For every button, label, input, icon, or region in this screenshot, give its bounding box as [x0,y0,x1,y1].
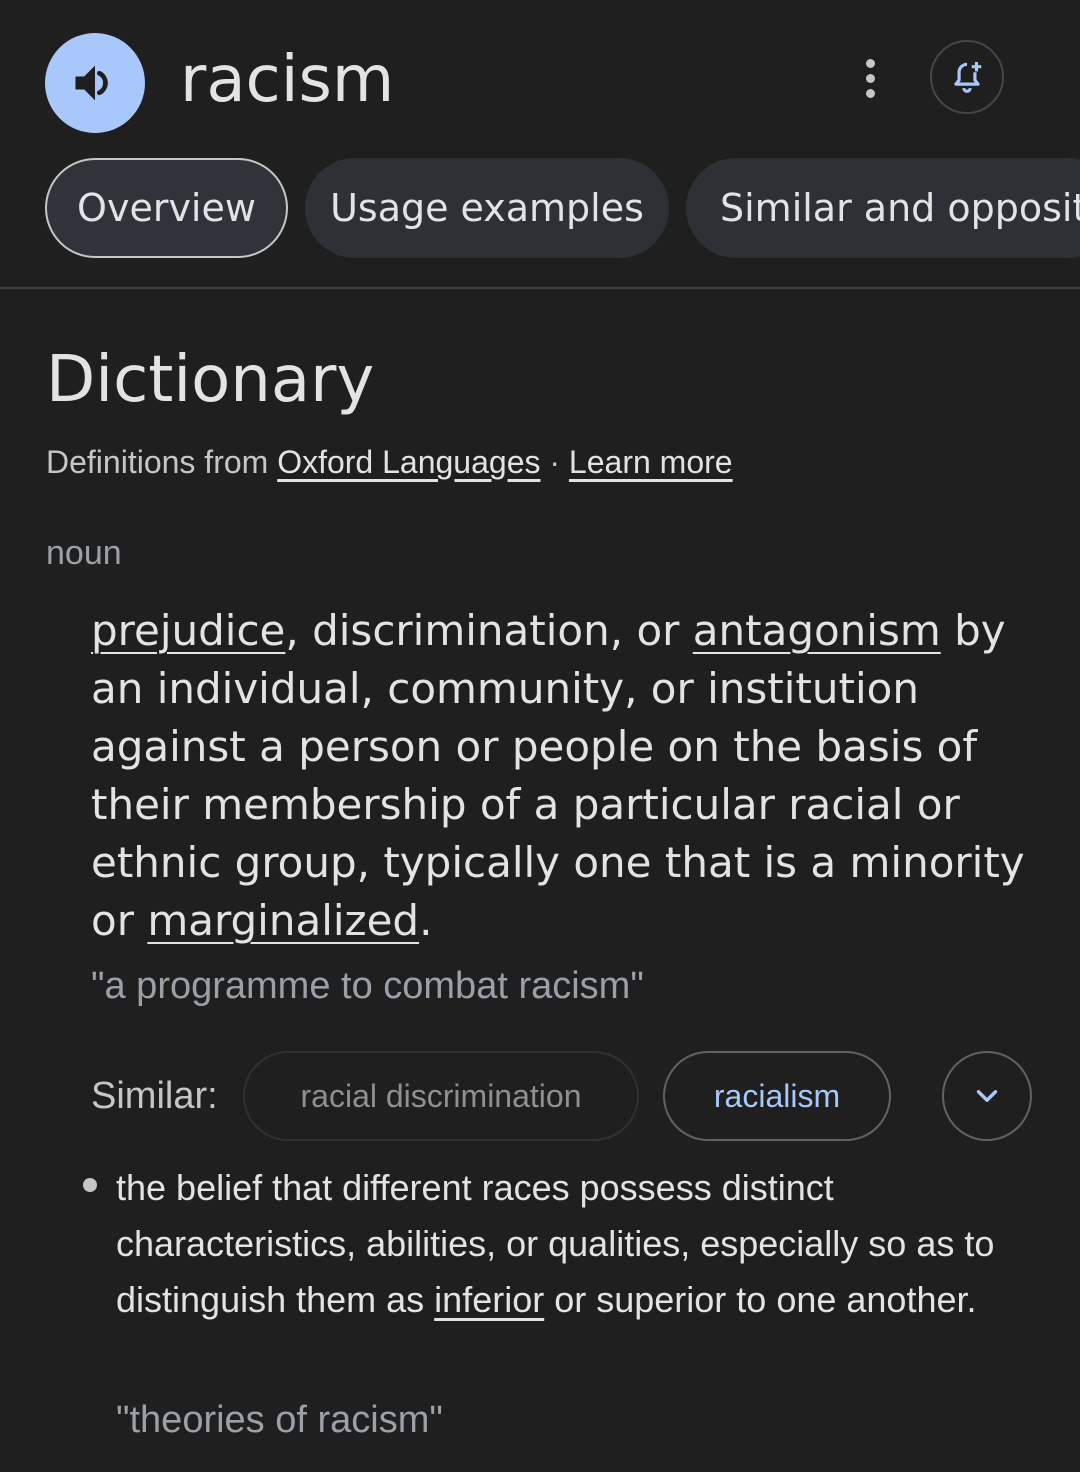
tab-similar-and-opposite[interactable]: Similar and opposite [686,158,1080,258]
section-title: Dictionary [46,343,375,417]
inferior-link[interactable]: inferior [434,1279,544,1320]
more-options-button[interactable] [850,52,890,104]
search-word: racism [180,43,395,117]
definition-text: or superior to one another. [544,1279,977,1320]
more-vert-icon [865,58,875,68]
divider [0,287,1080,289]
antagonism-link[interactable]: antagonism [693,606,941,655]
definition-2: the belief that different races possess … [116,1160,1046,1328]
definition-1: prejudice, discrimination, or antagonism… [91,602,1031,950]
definition-text: , discrimination, or [285,606,693,655]
learn-more-link[interactable]: Learn more [569,444,733,480]
definition-text: by an individual, community, or institut… [91,606,1025,945]
similar-chip-racial-discrimination: racial discrimination [243,1051,639,1141]
expand-similar-button[interactable] [942,1051,1032,1141]
definitions-source: Definitions from Oxford Languages · Lear… [46,442,733,482]
tab-usage-examples[interactable]: Usage examples [305,158,669,258]
pronunciation-button[interactable] [45,33,145,133]
definition-text: . [419,896,433,945]
usage-example-2: "theories of racism" [116,1399,443,1441]
oxford-languages-link[interactable]: Oxford Languages [277,444,540,480]
tab-overview[interactable]: Overview [45,158,288,258]
prejudice-link[interactable]: prejudice [91,606,285,655]
add-alert-button[interactable] [930,40,1004,114]
separator: · [549,444,561,480]
volume-up-icon [75,65,108,101]
marginalized-link[interactable]: marginalized [147,896,419,945]
part-of-speech: noun [46,534,122,572]
similar-chip-racialism[interactable]: racialism [663,1051,891,1141]
source-prefix: Definitions from [46,444,269,480]
similar-label: Similar: [91,1075,218,1117]
add-alert-icon [954,61,982,93]
bullet-icon [83,1178,97,1192]
usage-example-1: "a programme to combat racism" [91,965,644,1007]
chevron-down-icon [976,1090,998,1102]
